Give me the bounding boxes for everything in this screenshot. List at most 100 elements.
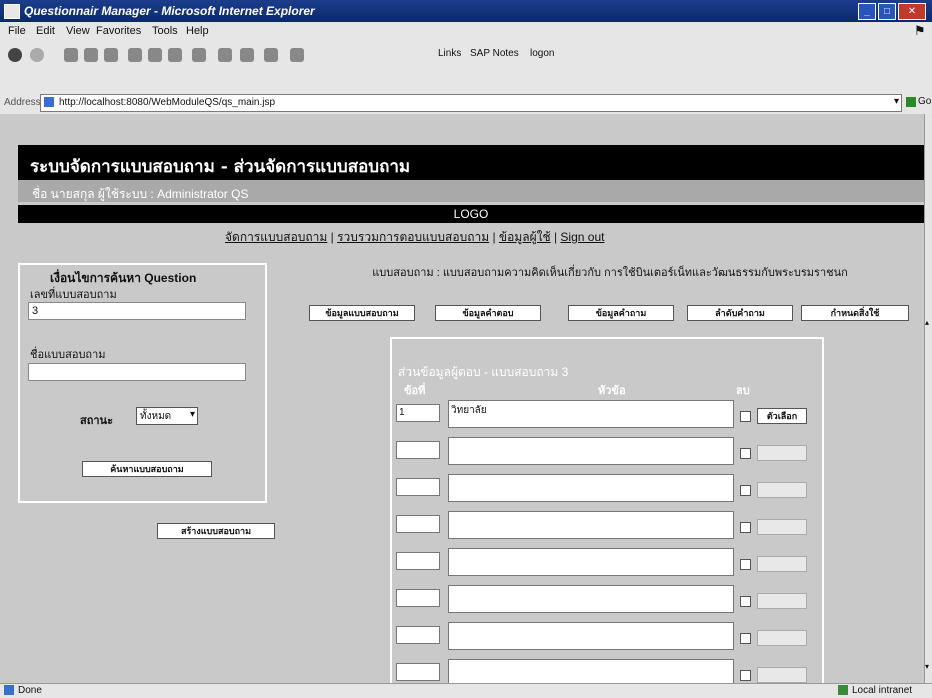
address-url: http://localhost:8080/WebModuleQS/qs_mai… (59, 97, 276, 108)
question-topic-input[interactable] (448, 548, 734, 576)
search-panel: เงื่อนไขการค้นหา Question เลขที่แบบสอบถา… (18, 263, 267, 503)
question-topic-input[interactable] (448, 622, 734, 650)
address-input[interactable]: http://localhost:8080/WebModuleQS/qs_mai… (40, 94, 902, 112)
history-icon[interactable] (218, 48, 232, 62)
column-header-no: ข้อที่ (404, 385, 426, 397)
search-questionnaire-button[interactable]: ค้นหาแบบสอบถาม (82, 461, 212, 477)
page-header: ระบบจัดการแบบสอบถาม - ส่วนจัดการแบบสอบถา… (18, 145, 924, 180)
question-no-input[interactable] (396, 626, 440, 644)
question-row (392, 620, 822, 650)
question-no-input[interactable] (396, 589, 440, 607)
media-icon[interactable] (168, 48, 182, 62)
menu-file[interactable]: File (8, 25, 26, 37)
menu-help[interactable]: Help (186, 25, 209, 37)
edit-icon[interactable] (264, 48, 278, 62)
question-topic-input[interactable]: วิทยาลัย (448, 400, 734, 428)
nav-sign-out[interactable]: Sign out (560, 230, 604, 244)
column-header-delete: ลบ (736, 385, 750, 397)
intranet-icon (838, 685, 848, 695)
menu-bar: File Edit View Favorites Tools Help ⚑ (0, 22, 932, 40)
delete-checkbox[interactable] (740, 411, 751, 422)
go-button[interactable]: Go (918, 96, 931, 107)
delete-checkbox[interactable] (740, 448, 751, 459)
menu-favorites[interactable]: Favorites (96, 25, 141, 37)
question-no-input[interactable] (396, 478, 440, 496)
favorites-icon[interactable] (148, 48, 162, 62)
vertical-scrollbar[interactable]: ▴ ▾ (924, 114, 932, 683)
options-button[interactable] (757, 556, 807, 572)
user-info-bar: ชื่อ นายสกุล ผู้ใช้ระบบ : Administrator … (18, 180, 924, 202)
chevron-down-icon: ▾ (189, 409, 195, 420)
question-no-input[interactable] (396, 441, 440, 459)
tab-question-info[interactable]: ข้อมูลคำถาม (568, 305, 674, 321)
delete-checkbox[interactable] (740, 670, 751, 681)
options-button[interactable] (757, 482, 807, 498)
back-icon[interactable] (8, 48, 22, 62)
main-nav: จัดการแบบสอบถาม | รวบรวมการตอบแบบสอบถาม … (225, 230, 605, 244)
stop-icon[interactable] (64, 48, 78, 62)
status-text: Done (18, 685, 42, 696)
search-icon[interactable] (128, 48, 142, 62)
questionnaire-name-input[interactable] (28, 363, 246, 381)
delete-checkbox[interactable] (740, 596, 751, 607)
options-button[interactable]: ตัวเลือก (757, 408, 807, 424)
delete-checkbox[interactable] (740, 633, 751, 644)
options-button[interactable] (757, 445, 807, 461)
question-topic-input[interactable] (448, 659, 734, 683)
questionnaire-id-input[interactable]: 3 (28, 302, 246, 320)
tab-question-order[interactable]: ลำดับคำถาม (687, 305, 793, 321)
go-arrow-icon[interactable] (906, 97, 916, 107)
delete-checkbox[interactable] (740, 485, 751, 496)
options-button[interactable] (757, 667, 807, 683)
create-questionnaire-button[interactable]: สร้างแบบสอบถาม (157, 523, 275, 539)
tab-settings[interactable]: กำหนดสิ่งใช้ (801, 305, 909, 321)
close-icon[interactable]: ✕ (898, 3, 926, 20)
chevron-down-icon[interactable]: ▾ (894, 96, 899, 107)
options-button[interactable] (757, 630, 807, 646)
options-button[interactable] (757, 519, 807, 535)
delete-checkbox[interactable] (740, 522, 751, 533)
mail-icon[interactable] (192, 48, 206, 62)
menu-view[interactable]: View (66, 25, 90, 37)
question-row (392, 509, 822, 539)
question-topic-input[interactable] (448, 437, 734, 465)
question-no-input[interactable] (396, 552, 440, 570)
page-icon (44, 97, 54, 107)
status-label: สถานะ (80, 415, 113, 427)
page-content: ระบบจัดการแบบสอบถาม - ส่วนจัดการแบบสอบถา… (0, 114, 924, 683)
menu-edit[interactable]: Edit (36, 25, 55, 37)
home-icon[interactable] (104, 48, 118, 62)
scroll-down-icon[interactable]: ▾ (925, 662, 929, 671)
forward-icon[interactable] (30, 48, 44, 62)
maximize-icon[interactable]: □ (878, 3, 896, 20)
logo-bar: LOGO (18, 205, 924, 223)
nav-user-info[interactable]: ข้อมูลผู้ใช้ (499, 230, 551, 244)
status-bar: Done Local intranet (0, 683, 932, 698)
menu-tools[interactable]: Tools (152, 25, 178, 37)
delete-checkbox[interactable] (740, 559, 751, 570)
link-sap-notes[interactable]: SAP Notes (470, 48, 519, 59)
status-select[interactable]: ทั้งหมด ▾ (136, 407, 198, 425)
question-row: 1 วิทยาลัย ตัวเลือก (392, 398, 822, 428)
question-no-input[interactable]: 1 (396, 404, 440, 422)
address-label: Address (4, 97, 41, 108)
question-topic-input[interactable] (448, 585, 734, 613)
scroll-up-icon[interactable]: ▴ (925, 318, 929, 327)
link-logon[interactable]: logon (530, 48, 554, 59)
tab-answer-info[interactable]: ข้อมูลคำตอบ (435, 305, 541, 321)
question-topic-input[interactable] (448, 511, 734, 539)
discuss-icon[interactable] (290, 48, 304, 62)
nav-collect-answers[interactable]: รวบรวมการตอบแบบสอบถาม (337, 230, 489, 244)
print-icon[interactable] (240, 48, 254, 62)
question-topic-input[interactable] (448, 474, 734, 502)
question-row (392, 546, 822, 576)
question-no-input[interactable] (396, 663, 440, 681)
options-button[interactable] (757, 593, 807, 609)
minimize-icon[interactable]: _ (858, 3, 876, 20)
question-no-input[interactable] (396, 515, 440, 533)
page-icon (4, 685, 14, 695)
nav-manage-questionnaire[interactable]: จัดการแบบสอบถาม (225, 230, 327, 244)
refresh-icon[interactable] (84, 48, 98, 62)
tab-questionnaire-info[interactable]: ข้อมูลแบบสอบถาม (309, 305, 415, 321)
question-row (392, 657, 822, 683)
